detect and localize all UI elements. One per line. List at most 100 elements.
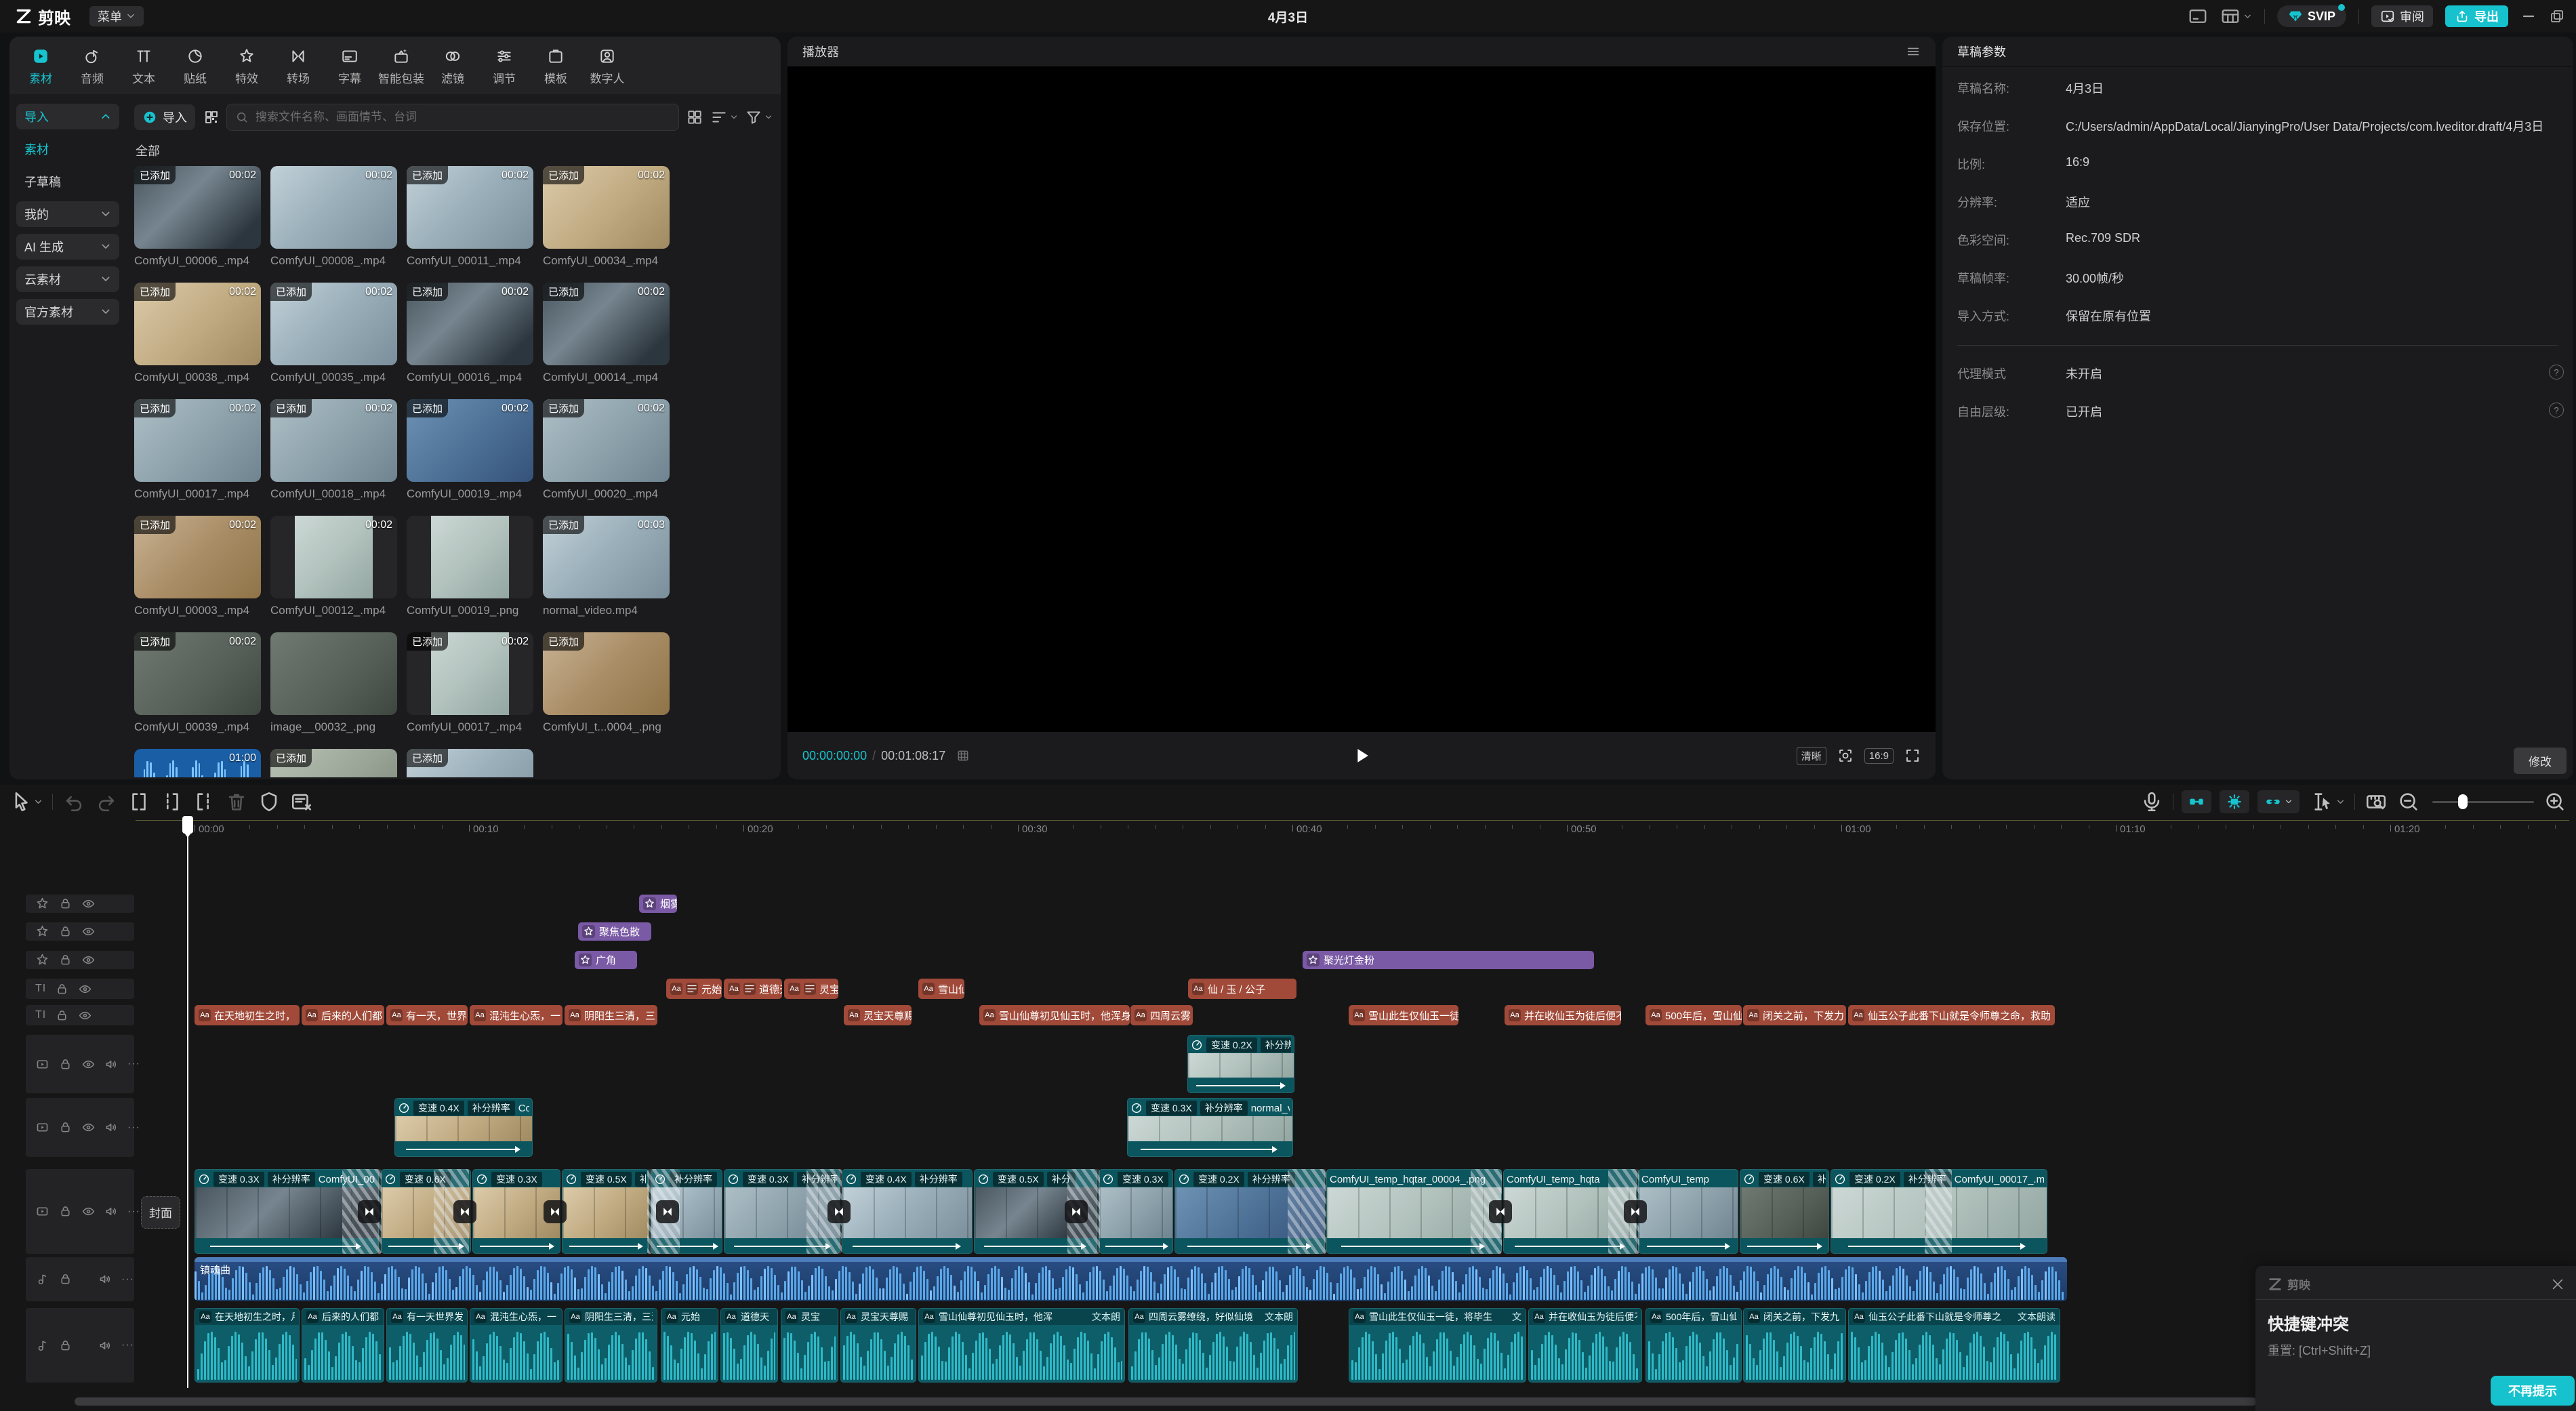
media-item[interactable]: 已添加 (407, 749, 533, 777)
track-header-text[interactable]: TI (26, 979, 134, 999)
tts-audio-clip[interactable]: Aa仙玉公子此番下山就是令师尊之文本朗读 (1848, 1308, 2060, 1383)
tts-audio-clip[interactable]: Aa雪山此生仅仙玉一徒，将毕生文 (1349, 1308, 1526, 1383)
overlay-video-clip[interactable]: 变速 0.3X补分辨率normal_v (1127, 1098, 1293, 1157)
overlay-video-clip[interactable]: 变速 0.4X补分辨率Co (394, 1098, 533, 1157)
audio-track-icon[interactable] (35, 1338, 49, 1353)
video-clip[interactable]: 变速 0.3X (1099, 1169, 1173, 1254)
transition-icon[interactable] (1489, 1200, 1512, 1223)
sidebar-item-导入[interactable]: 导入 (16, 104, 119, 129)
media-item[interactable]: 已添加 (270, 749, 397, 777)
media-item[interactable]: 已添加00:02ComfyUI_00020_.mp4 (543, 399, 670, 501)
transition-icon[interactable] (1624, 1200, 1647, 1223)
video-clip[interactable]: 变速 0.4X补分辨率 (842, 1169, 973, 1254)
media-item[interactable]: 已添加00:02ComfyUI_00039_.mp4 (134, 632, 261, 734)
cover-button[interactable]: 封面 (141, 1196, 180, 1229)
subtitle-clip[interactable]: Aa在天地初生之时， (195, 1005, 300, 1025)
section-label-all[interactable]: 全部 (136, 142, 771, 159)
tts-audio-clip[interactable]: Aa后来的人们都 (302, 1308, 384, 1383)
visibility-icon[interactable] (78, 982, 92, 996)
music-audio-clip[interactable]: 镇魂曲 (195, 1257, 2067, 1301)
tab-特效[interactable]: 特效 (222, 43, 271, 90)
effect-track-icon[interactable] (35, 924, 49, 939)
more-options-icon[interactable]: ··· (121, 1273, 134, 1286)
playhead-handle[interactable] (182, 816, 193, 834)
review-button[interactable]: 审阅 (2371, 5, 2433, 27)
sidebar-item-我的[interactable]: 我的 (16, 201, 119, 227)
tts-audio-clip[interactable]: Aa阴阳生三清，三汇 (565, 1308, 657, 1383)
tab-素材[interactable]: 素材 (16, 43, 65, 90)
track-header-video[interactable]: ··· (26, 1035, 134, 1093)
effect-clip[interactable]: 广角 (575, 951, 637, 969)
playhead[interactable] (187, 816, 188, 1388)
video-clip[interactable]: ComfyUI_temp (1638, 1169, 1738, 1254)
tab-模板[interactable]: 模板 (531, 43, 580, 90)
track-header-fx[interactable] (26, 895, 134, 913)
subtitle-clip[interactable]: Aa混沌生心炁，一 (470, 1005, 563, 1025)
sort-icon[interactable] (710, 108, 728, 126)
tab-字幕[interactable]: 字幕 (325, 43, 374, 90)
more-options-icon[interactable]: ··· (127, 1058, 140, 1070)
effect-track-icon[interactable] (35, 953, 49, 967)
track-header-audio[interactable]: ··· (26, 1308, 134, 1383)
visibility-icon[interactable] (81, 1120, 96, 1134)
effect-clip[interactable]: 烟雾 (639, 895, 677, 913)
text-clip[interactable]: Aa道德天 (724, 979, 782, 999)
restore-window-icon[interactable] (2549, 8, 2565, 24)
more-options-icon[interactable]: ··· (127, 1206, 140, 1218)
tab-音频[interactable]: 音频 (68, 43, 117, 90)
horizontal-scrollbar[interactable] (0, 1397, 2576, 1406)
track-header-fx[interactable] (26, 922, 134, 941)
transition-icon[interactable] (1065, 1200, 1088, 1223)
track-header-text[interactable]: TI (26, 1005, 134, 1025)
tts-audio-clip[interactable]: Aa灵宝天尊赐 (840, 1308, 916, 1383)
media-item[interactable]: 已添加00:02ComfyUI_00038_.mp4 (134, 283, 261, 384)
mute-icon[interactable] (98, 1338, 113, 1353)
play-button[interactable] (1350, 744, 1373, 767)
visibility-icon[interactable] (81, 1204, 96, 1219)
more-options-icon[interactable]: ··· (127, 1122, 140, 1134)
tab-转场[interactable]: 转场 (274, 43, 323, 90)
fullscreen-icon[interactable] (1904, 748, 1921, 764)
text-clip[interactable]: Aa灵宝 (784, 979, 838, 999)
tts-audio-clip[interactable]: Aa灵宝 (781, 1308, 838, 1383)
mute-icon[interactable] (104, 1204, 119, 1219)
media-item[interactable]: 已添加00:03normal_video.mp4 (543, 516, 670, 617)
focus-frame-icon[interactable] (1837, 748, 1854, 764)
import-button[interactable]: 导入 (134, 104, 195, 130)
lock-icon[interactable] (58, 897, 73, 911)
sidebar-item-AI 生成[interactable]: AI 生成 (16, 234, 119, 260)
tts-audio-clip[interactable]: Aa四周云雾缭绕，好似仙境文本朗 (1128, 1308, 1298, 1383)
layout-bottom-icon[interactable] (2188, 6, 2208, 26)
qr-code-icon[interactable] (203, 109, 220, 125)
menu-button[interactable]: 菜单 (89, 6, 144, 26)
help-icon[interactable]: ? (2549, 365, 2564, 380)
subtitle-clip[interactable]: Aa四周云雾 (1130, 1005, 1193, 1025)
frame-grid-icon[interactable] (956, 749, 970, 762)
media-item[interactable]: 已添加00:02ComfyUI_00011_.mp4 (407, 166, 533, 268)
media-item[interactable]: 已添加00:02ComfyUI_00019_.mp4 (407, 399, 533, 501)
track-header-fx[interactable] (26, 951, 134, 969)
media-item[interactable]: 已添加00:02ComfyUI_00003_.mp4 (134, 516, 261, 617)
media-item[interactable]: 00:02ComfyUI_00012_.mp4 (270, 516, 397, 617)
filter-icon[interactable] (745, 108, 762, 126)
lock-icon[interactable] (58, 1338, 73, 1353)
text-clip[interactable]: Aa仙 / 玉 / 公子 (1188, 979, 1296, 999)
subtitle-clip[interactable]: Aa雪山仙尊初见仙玉时，他浑身 (979, 1005, 1130, 1025)
visibility-icon[interactable] (81, 1057, 96, 1071)
media-item[interactable]: 00:02ComfyUI_00008_.mp4 (270, 166, 397, 268)
subtitle-clip[interactable]: Aa雪山此生仅仙玉一徒 (1349, 1005, 1458, 1025)
video-clip[interactable]: 变速 0.6X补分 (1740, 1169, 1829, 1254)
overlay-video-clip[interactable]: 变速 0.2X补分辨率 (1187, 1035, 1294, 1093)
tab-贴纸[interactable]: 贴纸 (171, 43, 220, 90)
search-box[interactable] (226, 104, 679, 131)
effect-clip[interactable]: 聚光灯金粉 (1303, 951, 1594, 969)
visibility-icon[interactable] (81, 953, 96, 967)
tab-数字人[interactable]: 数字人 (583, 43, 632, 90)
visibility-icon[interactable] (78, 1008, 92, 1023)
lock-icon[interactable] (55, 1008, 69, 1023)
media-item[interactable]: 已添加00:02ComfyUI_00014_.mp4 (543, 283, 670, 384)
tab-滤镜[interactable]: 滤镜 (428, 43, 477, 90)
media-item[interactable]: 已添加00:02ComfyUI_00006_.mp4 (134, 166, 261, 268)
video-track-icon[interactable] (35, 1057, 49, 1071)
audio-track-icon[interactable] (35, 1272, 49, 1286)
